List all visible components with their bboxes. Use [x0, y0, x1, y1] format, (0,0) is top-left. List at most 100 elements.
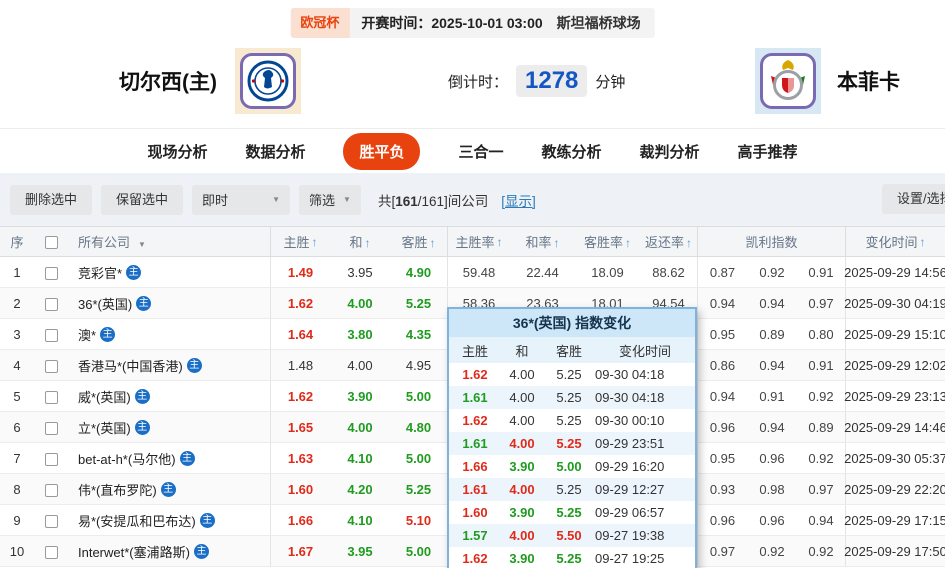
draw-odds[interactable]: 4.10 — [330, 513, 390, 528]
tab-expert-picks[interactable]: 高手推荐 — [738, 141, 798, 162]
row-checkbox[interactable] — [44, 421, 58, 435]
away-odds[interactable]: 5.10 — [390, 513, 447, 528]
settings-button[interactable]: 设置/选择 — [882, 184, 945, 214]
popup-home-odds: 1.66 — [462, 459, 488, 474]
kelly-home: 0.94 — [697, 381, 747, 411]
popup-title: 36*(英国) 指数变化 — [449, 309, 695, 337]
col-header-draw-rate[interactable]: 和率 ↑ — [510, 232, 575, 251]
change-time: 2025-09-29 17:15 — [844, 505, 945, 535]
home-odds[interactable]: 1.63 — [270, 443, 330, 473]
popup-draw-odds: 4.00 — [509, 528, 535, 543]
company-name[interactable]: 澳* 主 — [68, 325, 270, 344]
company-name[interactable]: Interwet*(塞浦路斯) 主 — [68, 542, 270, 561]
home-odds[interactable]: 1.65 — [270, 412, 330, 442]
kelly-draw: 0.94 — [759, 419, 785, 435]
draw-odds[interactable]: 4.20 — [330, 482, 390, 497]
show-link[interactable]: [显示] — [501, 190, 536, 210]
home-odds[interactable]: 1.67 — [270, 536, 330, 566]
popup-draw-odds: 4.00 — [509, 482, 535, 497]
kelly-home: 0.96 — [697, 505, 747, 535]
home-odds[interactable]: 1.62 — [270, 381, 330, 411]
popup-change-time: 09-27 19:25 — [595, 551, 665, 566]
popup-change-time: 09-29 12:27 — [595, 482, 665, 497]
tab-coach-analysis[interactable]: 教练分析 — [542, 141, 602, 162]
draw-odds[interactable]: 3.95 — [330, 265, 390, 280]
tab-win-draw-lose[interactable]: 胜平负 — [343, 132, 421, 170]
keep-selected-button[interactable]: 保留选中 — [101, 184, 184, 215]
col-header-away-rate[interactable]: 客胜率 ↑ — [575, 232, 640, 251]
away-odds[interactable]: 4.35 — [390, 327, 447, 342]
home-odds[interactable]: 1.62 — [270, 288, 330, 318]
popup-col-away: 客胜 — [555, 343, 582, 359]
home-odds[interactable]: 1.66 — [270, 505, 330, 535]
home-odds[interactable]: 1.60 — [270, 474, 330, 504]
popup-draw-odds: 4.00 — [509, 413, 535, 428]
time-filter-select[interactable]: 即时 ▼ — [192, 184, 291, 215]
col-header-seq: 序 — [10, 235, 24, 250]
kickoff-time: 开赛时间：2025-10-01 03:00 — [361, 15, 543, 31]
draw-odds[interactable]: 4.10 — [330, 451, 390, 466]
row-checkbox[interactable] — [44, 452, 58, 466]
away-odds[interactable]: 5.00 — [390, 389, 447, 404]
tab-referee-analysis[interactable]: 裁判分析 — [640, 141, 700, 162]
row-index: 4 — [13, 357, 21, 373]
filter-select[interactable]: 筛选 ▼ — [299, 184, 361, 215]
row-checkbox[interactable] — [44, 514, 58, 528]
col-header-change-time[interactable]: 变化时间 ↑ — [845, 227, 945, 256]
row-index: 9 — [13, 512, 21, 528]
draw-odds[interactable]: 4.00 — [330, 358, 390, 373]
row-checkbox[interactable] — [44, 297, 58, 311]
row-checkbox[interactable] — [44, 390, 58, 404]
draw-odds[interactable]: 4.00 — [330, 296, 390, 311]
draw-odds[interactable]: 4.00 — [330, 420, 390, 435]
kelly-home: 0.97 — [697, 536, 747, 566]
popup-change-time: 09-30 00:10 — [595, 413, 665, 428]
col-header-draw-odds[interactable]: 和 ↑ — [330, 232, 390, 251]
away-odds[interactable]: 4.95 — [390, 358, 447, 373]
away-odds[interactable]: 5.00 — [390, 451, 447, 466]
company-name[interactable]: 威*(英国) 主 — [68, 387, 270, 406]
row-index: 6 — [13, 419, 21, 435]
away-odds[interactable]: 5.00 — [390, 544, 447, 559]
tab-data-analysis[interactable]: 数据分析 — [245, 141, 305, 162]
company-name[interactable]: 香港马*(中国香港) 主 — [68, 356, 270, 375]
col-header-away-odds[interactable]: 客胜 ↑ — [390, 232, 447, 251]
row-checkbox[interactable] — [44, 328, 58, 342]
home-odds[interactable]: 1.49 — [270, 257, 330, 287]
col-header-payout-rate[interactable]: 返还率 ↑ — [640, 232, 697, 251]
away-odds[interactable]: 5.25 — [390, 296, 447, 311]
kelly-away: 0.89 — [808, 419, 834, 435]
delete-selected-button[interactable]: 删除选中 — [10, 184, 93, 215]
company-name[interactable]: 36*(英国) 主 — [68, 294, 270, 313]
col-header-company[interactable]: 所有公司 ▼ — [68, 232, 270, 251]
row-checkbox[interactable] — [44, 359, 58, 373]
row-checkbox[interactable] — [44, 266, 58, 280]
away-odds[interactable]: 4.80 — [390, 420, 447, 435]
tab-three-in-one[interactable]: 三合一 — [458, 141, 503, 162]
tab-live-analysis[interactable]: 现场分析 — [147, 141, 207, 162]
col-header-home-rate[interactable]: 主胜率 ↑ — [447, 227, 510, 256]
home-rate: 59.48 — [447, 257, 510, 287]
popup-change-time: 09-29 16:20 — [595, 459, 665, 474]
row-checkbox[interactable] — [44, 483, 58, 497]
popup-row: 1.57 4.00 5.50 09-27 19:38 — [449, 524, 695, 547]
select-all-checkbox[interactable] — [44, 236, 58, 250]
away-odds[interactable]: 4.90 — [390, 265, 447, 280]
company-count: 共[161/161]间公司 — [377, 193, 489, 209]
company-name[interactable]: 伟*(直布罗陀) 主 — [68, 480, 270, 499]
draw-odds[interactable]: 3.80 — [330, 327, 390, 342]
popup-row: 1.61 4.00 5.25 09-29 23:51 — [449, 432, 695, 455]
draw-odds[interactable]: 3.95 — [330, 544, 390, 559]
company-name[interactable]: 立*(英国) 主 — [68, 418, 270, 437]
draw-odds[interactable]: 3.90 — [330, 389, 390, 404]
company-name[interactable]: 易*(安提瓜和巴布达) 主 — [68, 511, 270, 530]
row-checkbox[interactable] — [44, 545, 58, 559]
home-odds[interactable]: 1.64 — [270, 319, 330, 349]
away-odds[interactable]: 5.25 — [390, 482, 447, 497]
company-name[interactable]: 竞彩官* 主 — [68, 263, 270, 282]
filter-value: 筛选 — [309, 193, 336, 208]
company-name[interactable]: bet-at-h*(马尔他) 主 — [68, 449, 270, 468]
home-odds[interactable]: 1.48 — [270, 350, 330, 380]
popup-row: 1.60 3.90 5.25 09-29 06:57 — [449, 501, 695, 524]
col-header-home-odds[interactable]: 主胜 ↑ — [270, 227, 330, 256]
